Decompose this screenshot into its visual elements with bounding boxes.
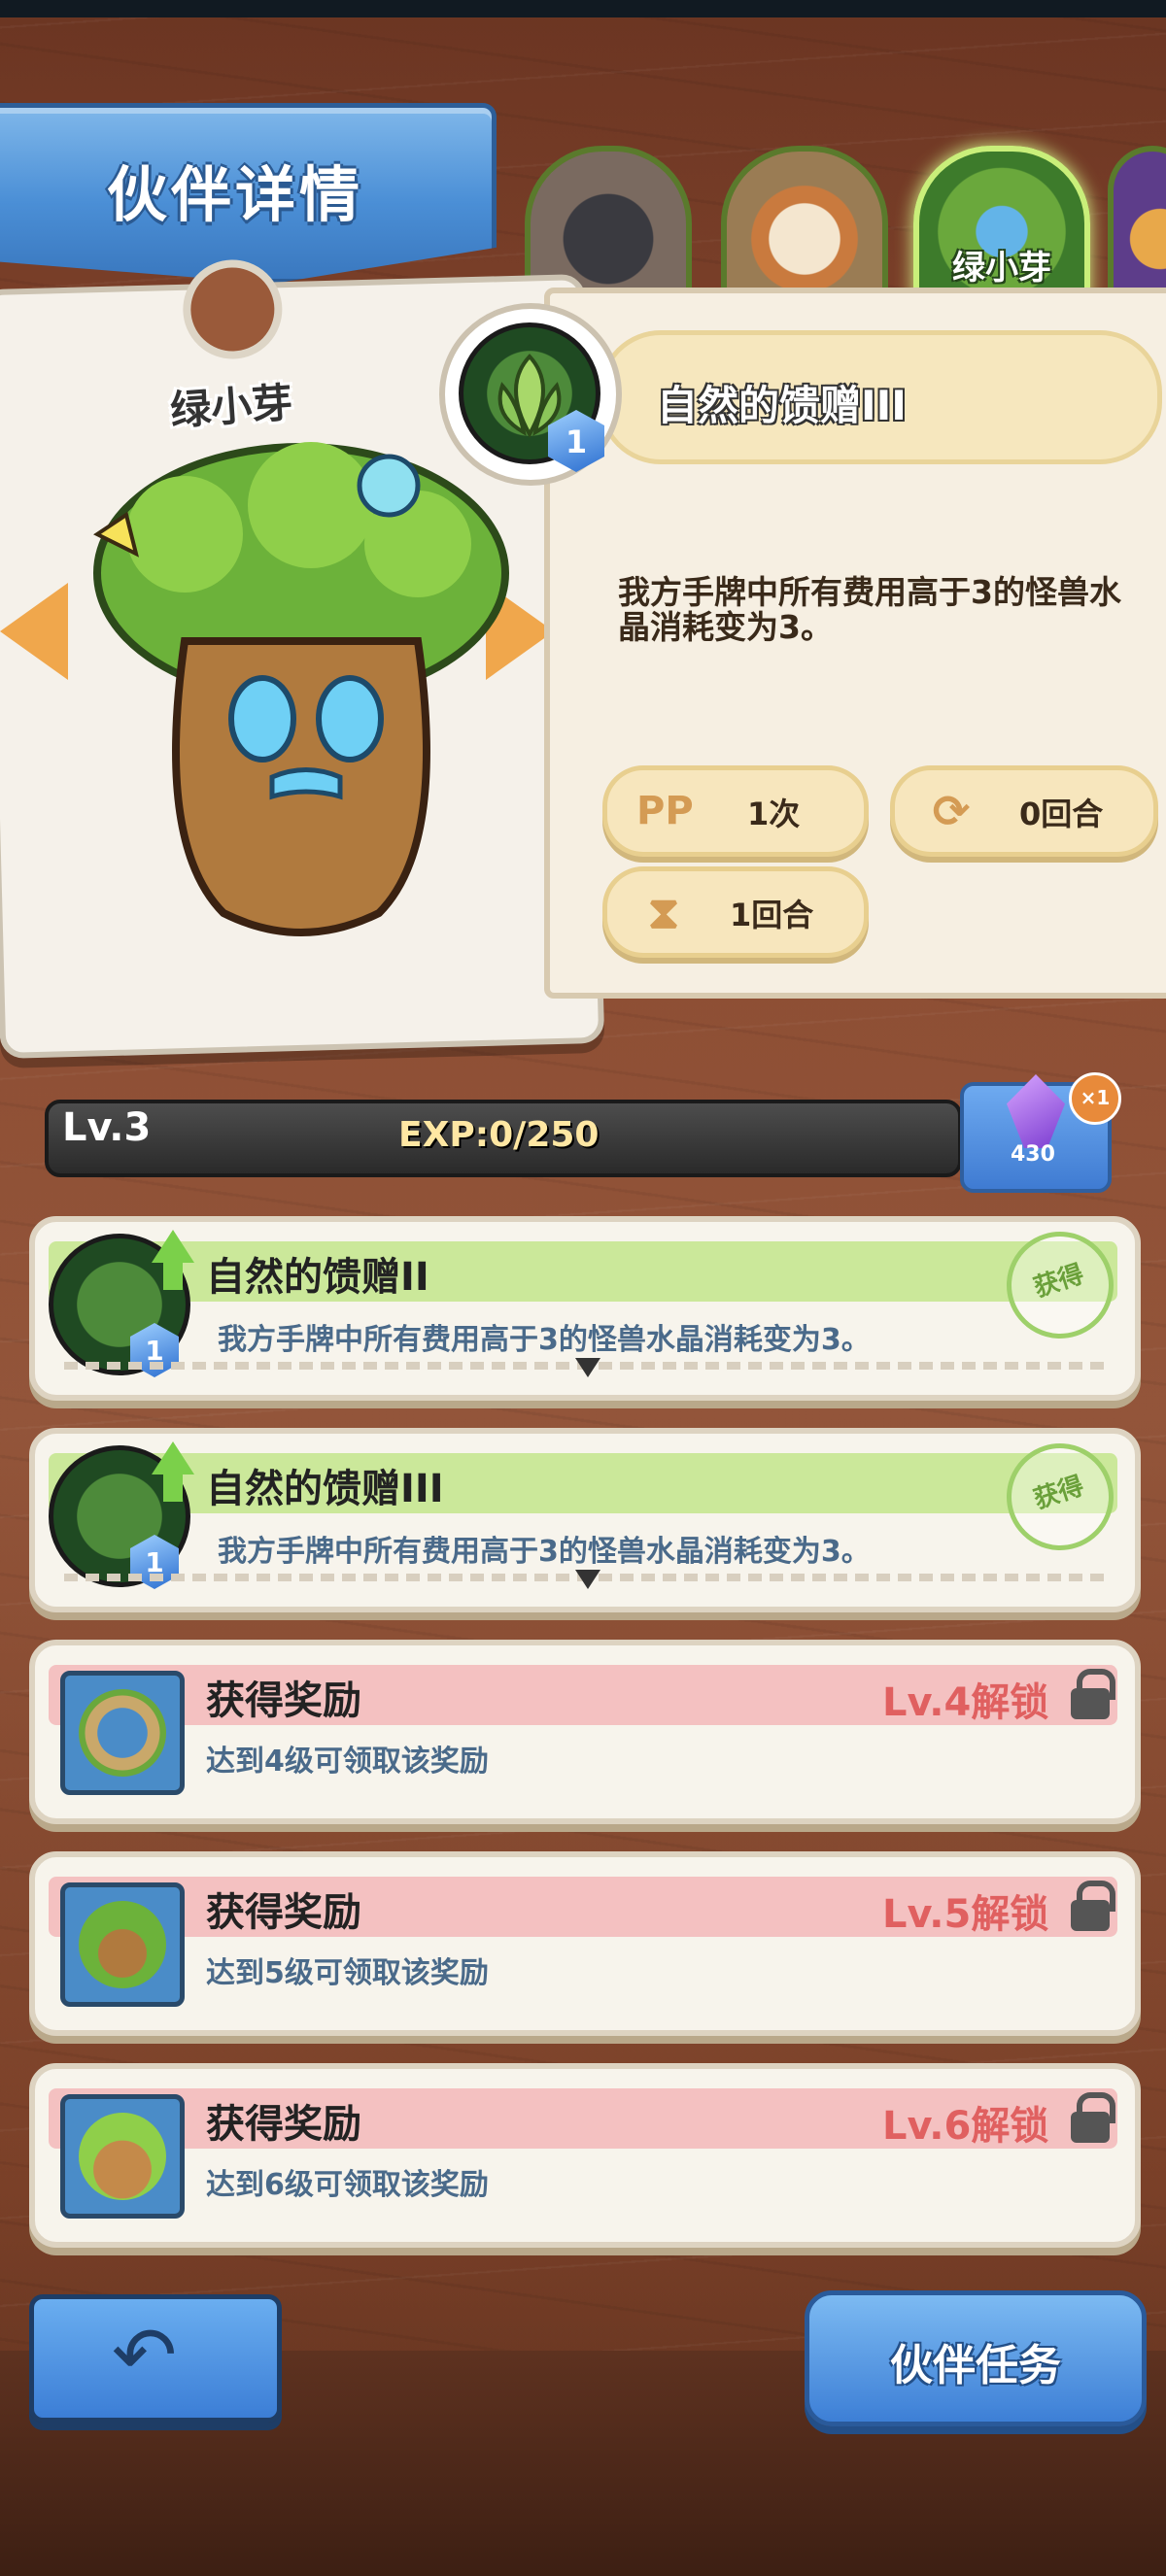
expand-triangle-icon[interactable] <box>575 1358 600 1377</box>
row-title: 自然的馈赠III <box>206 1467 444 1511</box>
row-description: 我方手牌中所有费用高于3的怪兽水晶消耗变为3。 <box>218 1323 871 1357</box>
skill-upgrade-row[interactable]: 1 自然的馈赠III 我方手牌中所有费用高于3的怪兽水晶消耗变为3。 获得 <box>29 1428 1141 1612</box>
duration-value: 1回合 <box>730 897 814 933</box>
obtained-stamp: 获得 <box>992 1217 1128 1353</box>
upgrade-arrow-stem <box>163 1473 183 1502</box>
cooldown-icon: ⟳ <box>932 785 971 837</box>
selected-portrait-name: 绿小芽 <box>952 249 1051 288</box>
lock-icon <box>1071 1669 1115 1719</box>
row-description: 达到4级可领取该奖励 <box>206 1745 489 1779</box>
partner-task-button[interactable]: 伙伴任务 <box>805 2290 1147 2426</box>
row-title: 自然的馈赠II <box>206 1255 429 1300</box>
row-description: 达到6级可领取该奖励 <box>206 2168 489 2202</box>
cooldown-pill: ⟳ 0回合 <box>890 765 1158 857</box>
character-reward-icon <box>60 1882 185 2007</box>
upgrade-arrow-icon <box>152 1230 194 1263</box>
upgrade-arrow-icon <box>152 1441 194 1474</box>
row-description: 我方手牌中所有费用高于3的怪兽水晶消耗变为3。 <box>218 1535 871 1569</box>
partner-portrait-next[interactable] <box>1108 146 1166 303</box>
row-description: 达到5级可领取该奖励 <box>206 1956 489 1990</box>
wreath-reward-icon <box>60 1671 185 1795</box>
lock-icon <box>1071 2092 1115 2143</box>
sprout-face-icon <box>79 2113 166 2200</box>
back-arrow-icon: ↶ <box>112 2310 178 2400</box>
row-title: 获得奖励 <box>206 1890 361 1935</box>
skill-badge: 1 <box>439 303 622 486</box>
partner-task-label: 伙伴任务 <box>890 2341 1061 2390</box>
level-label: Lv.3 <box>62 1105 152 1150</box>
skill-name: 自然的馈赠III <box>657 382 907 429</box>
reward-row[interactable]: 获得奖励 达到4级可领取该奖励 Lv.4解锁 <box>29 1640 1141 1824</box>
cooldown-value: 0回合 <box>1019 796 1104 832</box>
wreath-icon <box>79 1689 166 1777</box>
expand-triangle-icon[interactable] <box>575 1570 600 1589</box>
avatar-reward-icon <box>60 2094 185 2219</box>
page-title: 伙伴详情 <box>107 159 364 230</box>
prev-arrow-icon[interactable] <box>0 583 68 680</box>
upgrade-arrow-stem <box>163 1261 183 1290</box>
character-illustration <box>93 442 509 936</box>
unlock-level: Lv.4解锁 <box>882 1680 1049 1725</box>
unlock-level: Lv.5解锁 <box>882 1892 1049 1937</box>
back-button[interactable]: ↶ <box>29 2294 282 2423</box>
exp-label: EXP:0/250 <box>398 1115 600 1155</box>
crystal-count: 430 <box>1011 1142 1055 1167</box>
partner-portrait-koi[interactable] <box>721 146 888 303</box>
sprout-portrait-icon <box>79 1901 166 1988</box>
skill-description: 我方手牌中所有费用高于3的怪兽水晶消耗变为3。 <box>618 573 1121 646</box>
reward-row[interactable]: 获得奖励 达到5级可领取该奖励 Lv.5解锁 <box>29 1851 1141 2036</box>
obtained-stamp: 获得 <box>992 1429 1128 1565</box>
pp-pill: PP 1次 <box>602 765 869 857</box>
skill-upgrade-row[interactable]: 1 自然的馈赠II 我方手牌中所有费用高于3的怪兽水晶消耗变为3。 获得 <box>29 1216 1141 1401</box>
reward-row[interactable]: 获得奖励 达到6级可领取该奖励 Lv.6解锁 <box>29 2063 1141 2248</box>
unlock-level: Lv.6解锁 <box>882 2104 1049 2149</box>
hourglass-icon: ⧗ <box>647 886 680 938</box>
row-title: 获得奖励 <box>206 2102 361 2147</box>
status-bar <box>0 0 1166 17</box>
pp-value: 1次 <box>747 796 801 832</box>
row-title: 获得奖励 <box>206 1678 361 1723</box>
lock-icon <box>1071 1881 1115 1931</box>
pp-icon: PP <box>636 789 694 833</box>
duration-pill: ⧗ 1回合 <box>602 866 869 958</box>
crystal-multiplier-badge: ×1 <box>1069 1072 1121 1125</box>
